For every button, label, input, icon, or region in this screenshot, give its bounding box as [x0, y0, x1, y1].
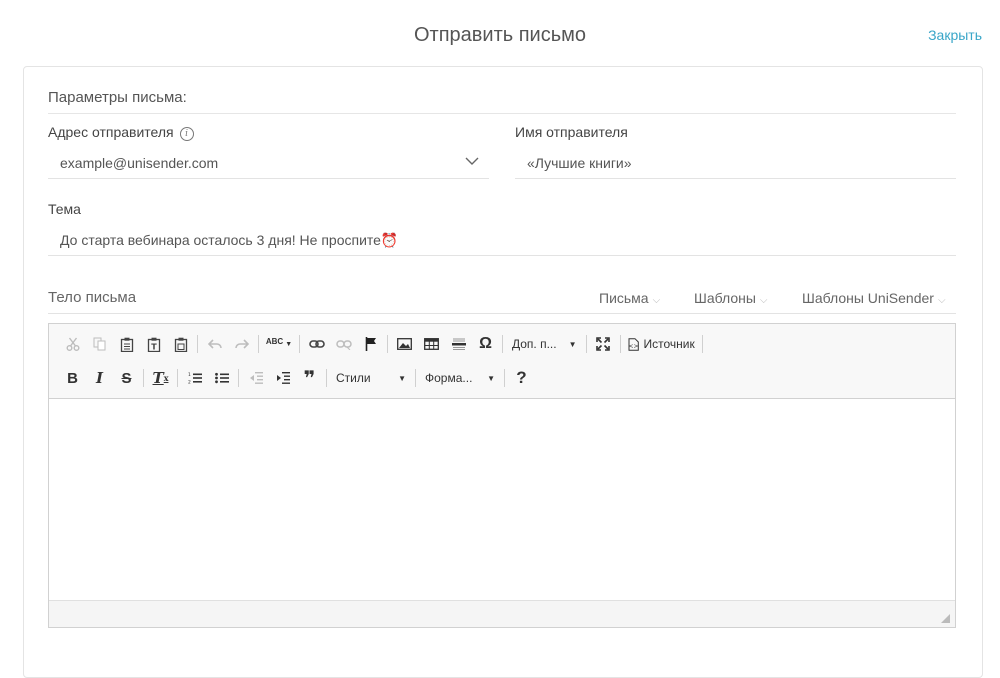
toolbar-separator [619, 335, 621, 353]
strike-icon[interactable]: S [113, 366, 140, 390]
format-combo[interactable]: Форма... ▼ [419, 367, 501, 389]
sender-address-label: Адрес отправителя i [48, 124, 194, 141]
blockquote-icon[interactable]: ❞ [296, 366, 323, 390]
paste-word-icon[interactable] [167, 332, 194, 356]
extra-combo-label: Доп. п... [512, 337, 557, 351]
subject-input[interactable]: До старта вебинара осталось 3 дня! Не пр… [48, 222, 956, 256]
help-icon[interactable]: ? [508, 366, 535, 390]
unisender-templates-menu[interactable]: Шаблоны UniSender ⌵ [802, 290, 946, 306]
anchor-icon[interactable] [357, 332, 384, 356]
sender-name-value: «Лучшие книги» [527, 155, 632, 171]
source-icon: <> [628, 337, 639, 351]
source-label: Источник [643, 337, 695, 351]
copy-icon[interactable] [86, 332, 113, 356]
toolbar-separator [143, 369, 144, 387]
rich-text-editor: T ABC ▼ Ω Доп. п... ▼ <> Источник B I S … [48, 323, 956, 628]
toolbar-separator [197, 335, 198, 353]
body-header: Тело письма Письма ⌵ Шаблоны ⌵ Шаблоны Uni… [48, 287, 956, 314]
toolbar-separator [502, 335, 503, 353]
outdent-icon[interactable] [242, 366, 269, 390]
letters-menu[interactable]: Письма ⌵ [599, 290, 660, 306]
editor-content-area[interactable] [49, 399, 955, 601]
toolbar-separator [387, 335, 388, 353]
toolbar-separator [299, 335, 300, 353]
styles-combo[interactable]: Стили ▼ [330, 367, 412, 389]
chevron-down-icon [465, 157, 479, 165]
editor-toolbar: T ABC ▼ Ω Доп. п... ▼ <> Источник B I S … [49, 324, 955, 399]
unisender-templates-menu-label: Шаблоны UniSender [802, 290, 934, 306]
image-icon[interactable] [391, 332, 418, 356]
maximize-icon[interactable] [590, 332, 617, 356]
body-title: Тело письма [48, 289, 137, 306]
editor-status-bar [49, 600, 955, 627]
sender-name-input[interactable]: «Лучшие книги» [515, 145, 956, 179]
section-title: Параметры письма: [48, 89, 956, 114]
redo-icon[interactable] [228, 332, 255, 356]
source-button[interactable]: <> Источник [624, 337, 699, 351]
svg-text:T: T [151, 342, 157, 351]
extra-combo[interactable]: Доп. п... ▼ [506, 333, 583, 355]
sender-address-value: example@unisender.com [60, 155, 219, 171]
italic-icon[interactable]: I [86, 366, 113, 390]
indent-icon[interactable] [269, 366, 296, 390]
numbered-list-icon[interactable]: 12 [181, 366, 208, 390]
sender-address-select[interactable]: example@unisender.com [48, 145, 489, 179]
link-icon[interactable] [303, 332, 330, 356]
special-char-icon[interactable]: Ω [472, 332, 499, 356]
page-title: Отправить письмо [413, 24, 587, 46]
spellcheck-label: ABC [265, 336, 284, 346]
send-letter-panel: Параметры письма: Адрес отправителя i exa… [23, 66, 983, 678]
close-link[interactable]: Закрыть [928, 27, 982, 43]
styles-combo-label: Стили [336, 371, 371, 385]
undo-icon[interactable] [201, 332, 228, 356]
toolbar-separator [504, 369, 505, 387]
resize-handle-icon[interactable] [941, 614, 950, 623]
unlink-icon[interactable] [330, 332, 357, 356]
letters-menu-label: Письма [599, 290, 649, 306]
remove-format-icon[interactable]: Tx [147, 366, 174, 390]
toolbar-separator [701, 335, 703, 353]
remove-format-glyph: T [152, 369, 164, 387]
cut-icon[interactable] [59, 332, 86, 356]
info-icon[interactable]: i [179, 127, 194, 141]
horizontal-line-icon[interactable] [445, 332, 472, 356]
svg-text:2: 2 [188, 380, 191, 385]
sender-address-label-text: Адрес отправителя [48, 124, 174, 140]
remove-x-mark: x [163, 373, 169, 383]
bullet-list-icon[interactable] [208, 366, 235, 390]
toolbar-row-2: B I S Tx 12 ❞ Стили ▼ Форма... ▼ ? [59, 365, 535, 391]
chevron-down-icon: ⌵ [759, 295, 768, 306]
table-icon[interactable] [418, 332, 445, 356]
toolbar-separator [326, 369, 327, 387]
toolbar-separator [258, 335, 259, 353]
toolbar-separator [238, 369, 239, 387]
toolbar-separator [177, 369, 178, 387]
dropdown-arrow-icon: ▼ [398, 373, 406, 383]
toolbar-separator [415, 369, 416, 387]
chevron-down-icon: ⌵ [652, 295, 661, 306]
templates-menu-label: Шаблоны [694, 290, 756, 306]
format-combo-label: Форма... [425, 371, 473, 385]
sender-name-label: Имя отправителя [515, 124, 628, 140]
toolbar-separator [585, 335, 587, 353]
subject-value: До старта вебинара осталось 3 дня! Не пр… [60, 232, 399, 248]
svg-text:<>: <> [628, 343, 638, 350]
chevron-down-icon: ⌵ [937, 295, 946, 306]
svg-text:1: 1 [188, 372, 191, 378]
paste-text-icon[interactable]: T [140, 332, 167, 356]
subject-label: Тема [48, 201, 81, 217]
spellcheck-icon[interactable]: ABC ▼ [262, 332, 296, 356]
paste-icon[interactable] [113, 332, 140, 356]
dropdown-arrow-icon: ▼ [568, 339, 577, 349]
dropdown-arrow-icon: ▼ [487, 373, 495, 383]
templates-menu[interactable]: Шаблоны ⌵ [694, 290, 768, 306]
bold-icon[interactable]: B [59, 366, 86, 390]
toolbar-row-1: T ABC ▼ Ω Доп. п... ▼ <> Источник [59, 331, 706, 357]
dropdown-arrow-icon: ▼ [285, 340, 293, 348]
